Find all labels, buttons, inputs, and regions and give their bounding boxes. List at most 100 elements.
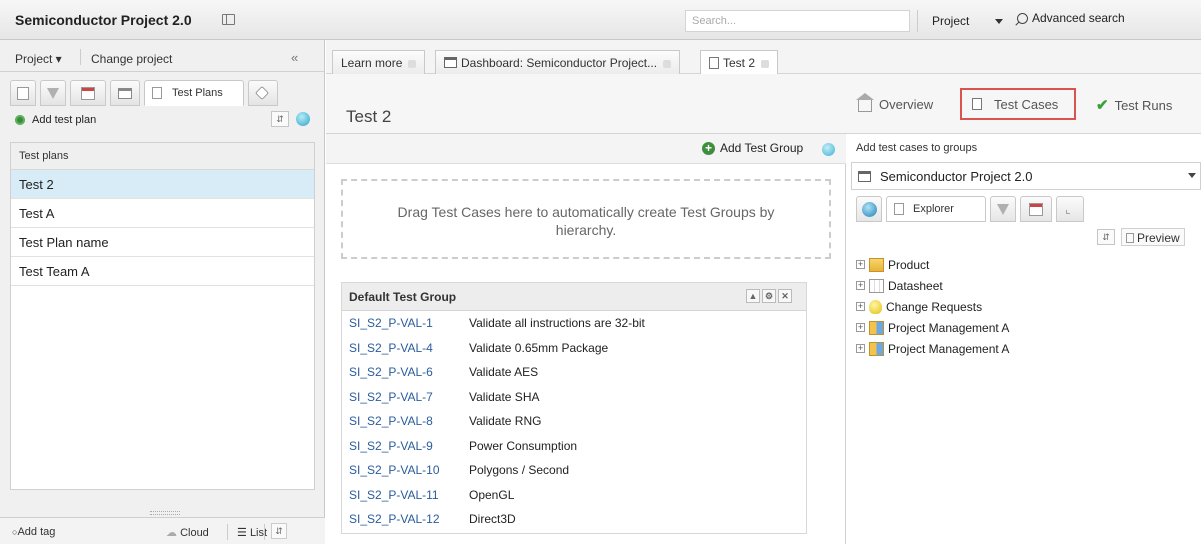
- expand-icon[interactable]: +: [856, 302, 865, 311]
- help-icon[interactable]: [296, 112, 310, 126]
- test-case-id[interactable]: SI_S2_P-VAL-7: [349, 390, 469, 405]
- tab-calendar[interactable]: [1020, 196, 1052, 222]
- test-case-id[interactable]: SI_S2_P-VAL-10: [349, 463, 469, 478]
- tree-node-datasheet[interactable]: + Datasheet: [856, 275, 1009, 296]
- cloud-label: Cloud: [180, 527, 209, 539]
- filter-icon: [47, 88, 59, 99]
- expand-icon[interactable]: +: [856, 344, 865, 353]
- advanced-search-link[interactable]: Advanced search: [1017, 11, 1125, 25]
- close-icon[interactable]: [408, 59, 417, 68]
- sort-icon[interactable]: ⇵: [271, 523, 287, 539]
- test-case-id[interactable]: SI_S2_P-VAL-12: [349, 512, 469, 527]
- test-case-id[interactable]: SI_S2_P-VAL-4: [349, 341, 469, 356]
- sort-icon[interactable]: ⇵: [1097, 229, 1115, 245]
- nav-test-cases-label: Test Cases: [994, 96, 1059, 112]
- close-icon[interactable]: [761, 59, 770, 68]
- calendar-icon: [1029, 203, 1043, 216]
- preview-button[interactable]: Preview: [1121, 228, 1185, 246]
- expand-icon[interactable]: +: [856, 323, 865, 332]
- close-icon[interactable]: ✕: [778, 289, 792, 303]
- tree-node-label: Datasheet: [888, 278, 943, 293]
- nav-test-cases[interactable]: Test Cases: [960, 88, 1076, 120]
- tab-test-plans[interactable]: Test Plans: [144, 80, 244, 106]
- expand-icon[interactable]: +: [856, 260, 865, 269]
- close-icon[interactable]: [663, 59, 672, 68]
- search-input[interactable]: [692, 15, 903, 27]
- tab-calendar[interactable]: [70, 80, 106, 106]
- app-title: Semiconductor Project 2.0: [15, 12, 192, 28]
- table-row[interactable]: SI_S2_P-VAL-11 OpenGL: [342, 483, 806, 508]
- tree-node-label: Product: [888, 257, 930, 272]
- test-case-id[interactable]: SI_S2_P-VAL-11: [349, 488, 469, 503]
- nav-test-runs[interactable]: ✔ Test Runs: [1096, 96, 1172, 114]
- tab-tree[interactable]: [10, 80, 36, 106]
- tab-explorer[interactable]: Explorer: [886, 196, 986, 222]
- expand-icon[interactable]: +: [856, 281, 865, 290]
- tab-dashboard[interactable]: Dashboard: Semiconductor Project...: [435, 50, 681, 74]
- table-row[interactable]: SI_S2_P-VAL-12 Direct3D: [342, 507, 806, 532]
- right-toolbar: ⇵ Preview: [1097, 228, 1185, 246]
- settings-icon[interactable]: ⚙: [762, 289, 776, 303]
- table-row[interactable]: SI_S2_P-VAL-7 Validate SHA: [342, 385, 806, 410]
- add-test-plan-button[interactable]: Add test plan: [15, 114, 96, 126]
- tree-node-product[interactable]: + Product: [856, 254, 1009, 275]
- right-panel: Add test cases to groups Semiconductor P…: [847, 134, 1201, 544]
- tab-tags[interactable]: [248, 80, 278, 106]
- help-icon[interactable]: [822, 143, 835, 156]
- list-view-button[interactable]: ☰ List: [237, 526, 267, 539]
- window-layout-icon[interactable]: [222, 14, 235, 25]
- project-select[interactable]: Semiconductor Project 2.0: [851, 162, 1201, 190]
- test-case-id[interactable]: SI_S2_P-VAL-8: [349, 414, 469, 429]
- resize-handle[interactable]: [150, 511, 180, 515]
- table-row[interactable]: SI_S2_P-VAL-1 Validate all instructions …: [342, 311, 806, 336]
- home-icon: [856, 93, 874, 112]
- list-item[interactable]: Test A: [11, 199, 314, 228]
- add-tag-button[interactable]: ○Add tag: [12, 526, 55, 538]
- list-item[interactable]: Test 2: [11, 170, 314, 199]
- table-row[interactable]: SI_S2_P-VAL-9 Power Consumption: [342, 434, 806, 459]
- tab-window[interactable]: [110, 80, 140, 106]
- table-row[interactable]: SI_S2_P-VAL-4 Validate 0.65mm Package: [342, 336, 806, 361]
- top-bar: Semiconductor Project 2.0 Project Advanc…: [0, 0, 1201, 40]
- tree-node-change-requests[interactable]: + Change Requests: [856, 296, 1009, 317]
- tab-chart[interactable]: ⌞: [1056, 196, 1084, 222]
- list-item[interactable]: Test Team A: [11, 257, 314, 286]
- page-title: Test 2: [346, 107, 392, 126]
- list-item[interactable]: Test Plan name: [11, 228, 314, 257]
- project-menu[interactable]: Project ▾: [15, 52, 62, 66]
- test-case-id[interactable]: SI_S2_P-VAL-9: [349, 439, 469, 454]
- add-tag-label: Add tag: [17, 526, 56, 538]
- table-row[interactable]: SI_S2_P-VAL-8 Validate RNG: [342, 409, 806, 434]
- nav-overview[interactable]: Overview: [856, 93, 933, 112]
- drop-zone[interactable]: Drag Test Cases here to automatically cr…: [341, 179, 831, 259]
- collapse-panel-icon[interactable]: «: [291, 50, 298, 65]
- tree-node-project-management[interactable]: + Project Management A: [856, 317, 1009, 338]
- table-row[interactable]: SI_S2_P-VAL-10 Polygons / Second: [342, 458, 806, 483]
- tab-filter[interactable]: [40, 80, 66, 106]
- tab-learn-more[interactable]: Learn more: [332, 50, 426, 74]
- test-case-id[interactable]: SI_S2_P-VAL-1: [349, 316, 469, 331]
- search-scope-select[interactable]: Project: [917, 10, 1007, 32]
- document-icon: [972, 98, 982, 110]
- tab-test-2[interactable]: Test 2: [700, 50, 779, 74]
- add-test-group-button[interactable]: + Add Test Group: [702, 141, 803, 155]
- chevron-down-icon[interactable]: [995, 19, 1003, 24]
- tab-globe[interactable]: [856, 196, 882, 222]
- cloud-view-button[interactable]: ☁ Cloud: [166, 526, 209, 539]
- add-test-plan-label: Add test plan: [32, 114, 97, 126]
- tab-filter[interactable]: [990, 196, 1016, 222]
- tree-node-label: Change Requests: [886, 299, 983, 314]
- list-icon: ☰: [237, 527, 247, 539]
- tree-node-project-management[interactable]: + Project Management A: [856, 338, 1009, 359]
- tree-node-label: Project Management A: [888, 320, 1010, 335]
- search-box[interactable]: [685, 10, 910, 32]
- chart-icon: ⌞: [1065, 202, 1071, 216]
- calendar-icon: [81, 87, 95, 100]
- chevron-down-icon: [1188, 173, 1196, 178]
- table-row[interactable]: SI_S2_P-VAL-6 Validate AES: [342, 360, 806, 385]
- sheet-icon: [869, 278, 884, 293]
- move-up-icon[interactable]: ▲: [746, 289, 760, 303]
- test-case-id[interactable]: SI_S2_P-VAL-6: [349, 365, 469, 380]
- change-project-link[interactable]: Change project: [91, 52, 172, 66]
- sort-icon[interactable]: ⇵: [271, 111, 289, 127]
